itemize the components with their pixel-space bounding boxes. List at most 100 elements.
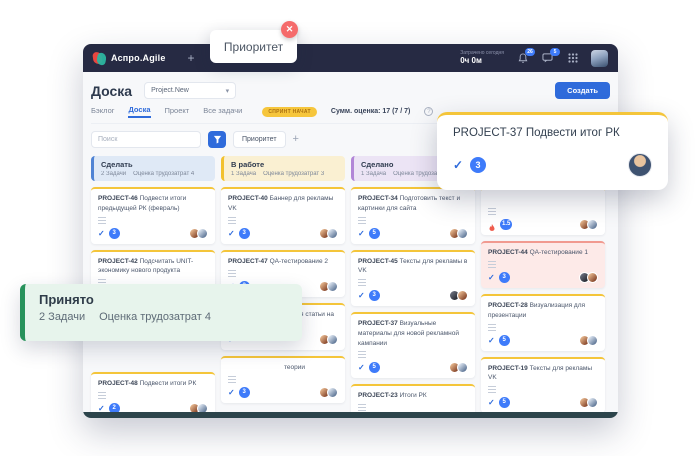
description-icon — [358, 351, 366, 358]
avatar — [327, 228, 338, 239]
description-icon — [488, 324, 496, 331]
task-card[interactable]: PROJECT-45 Тексты для рекламы в VK ✓3 — [351, 250, 475, 307]
task-card-popup[interactable]: PROJECT-37 Подвести итог РК ✓ 3 — [437, 112, 668, 190]
app-logo-icon — [93, 52, 106, 65]
page-title: Доска — [91, 83, 132, 99]
check-icon: ✓ — [228, 229, 235, 238]
task-title: PROJECT-40 Баннер для рекламы VK — [228, 194, 338, 214]
check-icon: ✓ — [488, 398, 495, 407]
popup-task-title: PROJECT-37 Подвести итог РК — [453, 127, 652, 139]
description-icon — [358, 217, 366, 224]
screenshot-stage: Аспро.Agile + Сп Затрачено сегодня 0ч 0м… — [0, 0, 700, 456]
description-icon — [228, 217, 236, 224]
task-title: PROJECT-37 Визуальные материалы для ново… — [358, 319, 468, 348]
window-bottom-edge — [83, 412, 618, 418]
task-card[interactable]: PROJECT-40 Баннер для рекламы VK ✓ 3 — [221, 187, 345, 244]
top-navbar: Аспро.Agile + Сп Затрачено сегодня 0ч 0м… — [83, 44, 618, 72]
filter-funnel-button[interactable] — [208, 131, 226, 148]
chat-icon[interactable]: 5 — [541, 52, 554, 65]
description-icon — [488, 386, 496, 393]
app-window: Аспро.Agile + Сп Затрачено сегодня 0ч 0м… — [83, 44, 618, 418]
estimate-badge: 1.5 — [500, 219, 512, 230]
avatar — [327, 334, 338, 345]
task-title: PROJECT-19 Тексты для рекламы VK — [488, 364, 598, 384]
fire-icon — [488, 220, 496, 229]
description-icon — [358, 404, 366, 411]
chat-badge: 5 — [550, 48, 560, 56]
task-card[interactable]: PROJECT-34 Подготовить текст и картинки … — [351, 187, 475, 244]
avatar — [587, 335, 598, 346]
column-accepted: Принято 2 ЗадачиОценка трудозатрат 4 1.5 — [481, 156, 605, 418]
tab-project[interactable]: Проект — [165, 106, 190, 117]
estimate-badge: 3 — [499, 272, 510, 283]
task-title: PROJECT-42 Подсчитать UNIT-экономику нов… — [98, 257, 208, 277]
avatar — [587, 272, 598, 283]
task-card-highlighted[interactable]: PROJECT-44 QA-тестирование 1 ✓3 — [481, 241, 605, 288]
task-card[interactable]: теории ✓ 3 — [221, 356, 345, 403]
estimate-badge: 5 — [499, 335, 510, 346]
chevron-down-icon: ▾ — [226, 87, 230, 95]
avatar — [457, 228, 468, 239]
task-title: PROJECT-34 Подготовить текст и картинки … — [358, 194, 468, 214]
check-icon: ✓ — [98, 229, 105, 238]
board-select[interactable]: Project.New ▾ — [144, 82, 236, 99]
task-card[interactable]: PROJECT-37 Визуальные материалы для ново… — [351, 312, 475, 378]
task-title: PROJECT-46 Подвести итоги предыдущей РК … — [98, 194, 208, 214]
tab-board[interactable]: Доска — [128, 105, 150, 118]
estimate-badge: 3 — [470, 157, 486, 173]
close-icon[interactable]: ✕ — [281, 21, 298, 38]
info-icon[interactable]: ? — [424, 107, 433, 116]
user-avatar[interactable] — [591, 50, 608, 67]
estimate-badge: 3 — [369, 290, 380, 301]
task-title: PROJECT-47 QA-тестирование 2 — [228, 257, 338, 267]
task-title: PROJECT-48 Подвести итоги РК — [98, 379, 208, 389]
avatar — [327, 387, 338, 398]
task-title: теории — [228, 363, 338, 373]
task-title: PROJECT-45 Тексты для рекламы в VK — [358, 257, 468, 277]
add-icon[interactable]: + — [188, 51, 195, 65]
avatar — [587, 219, 598, 230]
task-title — [488, 194, 598, 205]
estimate-badge: 3 — [239, 387, 250, 398]
task-title: PROJECT-23 Итоги РК — [358, 391, 468, 401]
search-input[interactable] — [91, 131, 201, 148]
task-card[interactable]: PROJECT-28 Визуализация для презентации … — [481, 294, 605, 351]
task-card[interactable]: PROJECT-46 Подвести итоги предыдущей РК … — [91, 187, 215, 244]
callout-meta: 2 Задачи Оценка трудозатрат 4 — [39, 311, 288, 323]
check-icon: ✓ — [453, 158, 463, 172]
avatar — [457, 290, 468, 301]
description-icon — [228, 376, 236, 383]
estimate-badge: 3 — [239, 228, 250, 239]
app-name: Аспро.Agile — [111, 53, 166, 63]
column-header[interactable]: Сделать 2 ЗадачиОценка трудозатрат 4 — [91, 156, 215, 181]
accepted-column-callout: Принято 2 Задачи Оценка трудозатрат 4 — [20, 284, 302, 341]
column-in-progress: В работе 1 ЗадачаОценка трудозатрат 3 PR… — [221, 156, 345, 403]
check-icon: ✓ — [488, 273, 495, 282]
priority-filter-chip[interactable]: Приоритет — [233, 131, 286, 148]
app-logo[interactable]: Аспро.Agile — [93, 52, 166, 65]
notifications-bell-icon[interactable]: 26 — [516, 52, 529, 65]
task-card[interactable]: 1.5 — [481, 187, 605, 235]
create-button[interactable]: Создать — [555, 82, 610, 99]
estimate-badge: 5 — [369, 362, 380, 373]
estimate-badge: 5 — [499, 397, 510, 408]
column-done: Сделано 1 ЗадачаОценка трудозатрат PROJE… — [351, 156, 475, 418]
time-tracker[interactable]: Затрачено сегодня 0ч 0м — [460, 50, 504, 66]
add-filter-button[interactable]: + — [293, 134, 299, 145]
tab-backlog[interactable]: Бэклог — [91, 106, 114, 117]
apps-grid-icon[interactable] — [566, 52, 579, 65]
sprint-status-badge: СПРИНТ НАЧАТ — [262, 107, 317, 117]
estimate-badge: 5 — [369, 228, 380, 239]
check-icon: ✓ — [358, 229, 365, 238]
description-icon — [98, 217, 106, 224]
description-icon — [98, 392, 106, 399]
check-icon: ✓ — [358, 363, 365, 372]
avatar — [327, 281, 338, 292]
column-header[interactable]: В работе 1 ЗадачаОценка трудозатрат 3 — [221, 156, 345, 181]
tab-all-tasks[interactable]: Все задачи — [203, 106, 242, 117]
summary-estimate: Сумм. оценка: 17 (7 / 7) — [331, 108, 411, 115]
check-icon: ✓ — [228, 388, 235, 397]
task-card[interactable]: PROJECT-19 Тексты для рекламы VK ✓ 5 — [481, 357, 605, 414]
description-icon — [488, 208, 496, 215]
bell-badge: 26 — [525, 48, 535, 56]
